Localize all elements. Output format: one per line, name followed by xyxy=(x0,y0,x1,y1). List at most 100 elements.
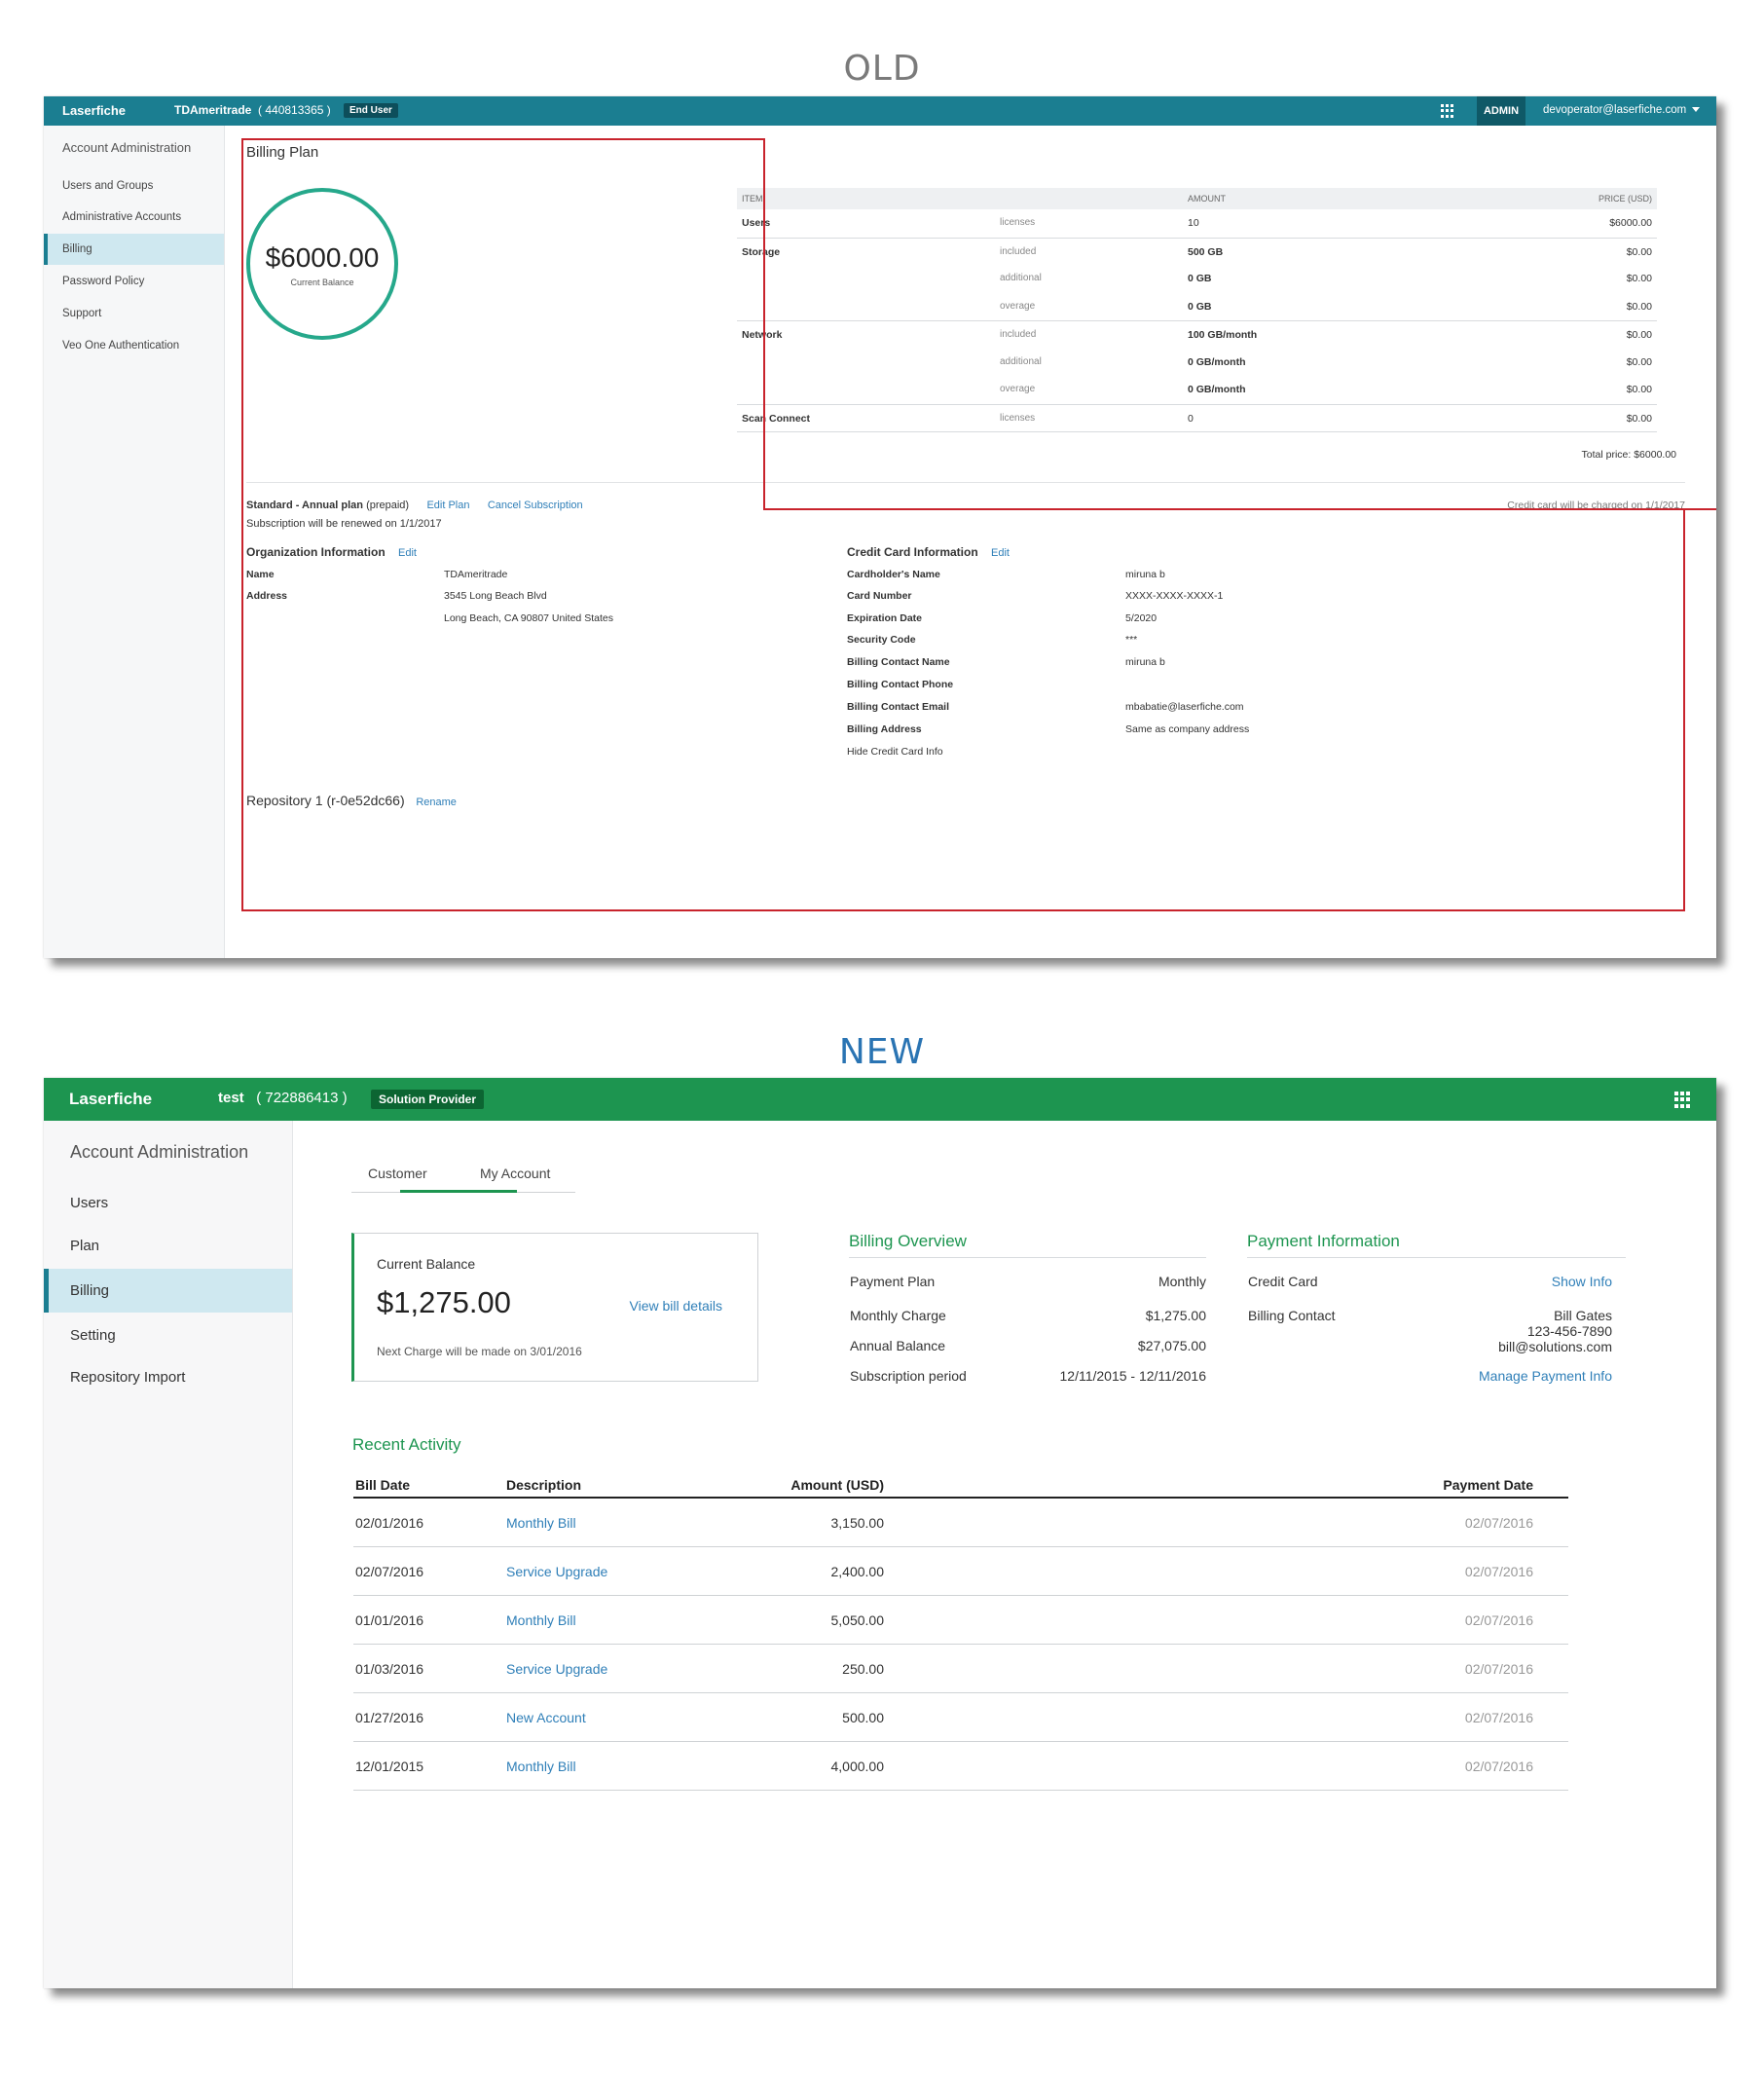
overview-value: $27,075.00 xyxy=(1137,1338,1206,1353)
sidebar-item-users-and-groups[interactable]: Users and Groups xyxy=(44,170,224,202)
cancel-subscription-link[interactable]: Cancel Subscription xyxy=(488,500,583,511)
card-field-label: Billing Address xyxy=(847,723,922,735)
chevron-down-icon xyxy=(1692,107,1701,113)
row-price: $0.00 xyxy=(1626,273,1652,284)
section-rule xyxy=(1247,1257,1626,1258)
recent-activity-title: Recent Activity xyxy=(352,1435,461,1454)
apps-grid-icon[interactable] xyxy=(1441,104,1454,118)
table-row: 12/01/2015 Monthly Bill 4,000.00 02/07/2… xyxy=(353,1742,1568,1791)
tab-my-account[interactable]: My Account xyxy=(480,1166,550,1181)
table-row: 01/03/2016 Service Upgrade 250.00 02/07/… xyxy=(353,1645,1568,1693)
edit-card-link[interactable]: Edit xyxy=(991,547,1010,559)
header-description: Description xyxy=(506,1477,582,1493)
sidebar-item-repository-import[interactable]: Repository Import xyxy=(44,1355,292,1399)
edit-plan-link[interactable]: Edit Plan xyxy=(426,500,469,511)
row-sub: additional xyxy=(1000,355,1042,367)
card-field-label: Billing Contact Email xyxy=(847,701,950,713)
row-price: $0.00 xyxy=(1626,412,1652,425)
apps-grid-icon[interactable] xyxy=(1674,1092,1691,1108)
brand-logo[interactable]: Laserfiche xyxy=(62,103,126,118)
table-row: Network included 100 GB/month $0.00 xyxy=(737,320,1657,349)
amount: 3,150.00 xyxy=(830,1515,885,1531)
row-sub: overage xyxy=(1000,384,1036,394)
card-field-value: miruna b xyxy=(1125,656,1165,668)
row-amount: 0 GB xyxy=(1188,300,1212,313)
view-bill-details-link[interactable]: View bill details xyxy=(630,1298,722,1314)
sidebar-item-billing[interactable]: Billing xyxy=(44,234,224,265)
balance-label: Current Balance xyxy=(290,278,354,287)
card-field-label: Card Number xyxy=(847,590,912,602)
org-name-label: Name xyxy=(246,569,275,580)
balance-label: Current Balance xyxy=(377,1256,476,1272)
old-top-bar: Laserfiche TDAmeritrade ( 440813365 ) En… xyxy=(44,96,1716,126)
description-link[interactable]: Service Upgrade xyxy=(506,1661,607,1677)
tab-bar: Customer My Account xyxy=(351,1164,575,1193)
bill-date: 01/27/2016 xyxy=(355,1710,424,1725)
table-row: additional 0 GB/month $0.00 xyxy=(737,349,1657,377)
sidebar-item-administrative-accounts[interactable]: Administrative Accounts xyxy=(44,202,224,233)
rename-link[interactable]: Rename xyxy=(416,796,457,808)
billing-overview-title: Billing Overview xyxy=(849,1232,967,1250)
manage-payment-info-link[interactable]: Manage Payment Info xyxy=(1369,1368,1612,1384)
amount: 4,000.00 xyxy=(830,1759,885,1774)
row-price: $0.00 xyxy=(1626,384,1652,395)
header-amount: AMOUNT xyxy=(1188,194,1226,204)
sidebar-item-billing[interactable]: Billing xyxy=(44,1269,292,1313)
row-item: Storage xyxy=(742,245,781,258)
description-link[interactable]: New Account xyxy=(506,1710,586,1725)
highlight-outline xyxy=(1683,508,1685,911)
org-id: ( 722886413 ) xyxy=(256,1090,348,1106)
bill-date: 02/07/2016 xyxy=(355,1564,424,1579)
brand-logo[interactable]: Laserfiche xyxy=(69,1090,152,1109)
sidebar-item-veo-one-authentication[interactable]: Veo One Authentication xyxy=(44,330,224,361)
old-main-content: Billing Plan $6000.00 Current Balance IT… xyxy=(225,126,1716,958)
row-price: $0.00 xyxy=(1626,329,1652,341)
total-price: Total price: $6000.00 xyxy=(1581,449,1676,461)
description-link[interactable]: Monthly Bill xyxy=(506,1759,576,1774)
sidebar-item-users[interactable]: Users xyxy=(44,1181,292,1225)
card-field-value: *** xyxy=(1125,634,1138,646)
description-link[interactable]: Monthly Bill xyxy=(506,1612,576,1628)
role-badge: End User xyxy=(344,103,398,118)
sidebar-item-plan[interactable]: Plan xyxy=(44,1224,292,1268)
card-field-value: Same as company address xyxy=(1125,723,1250,735)
pricing-table-header: ITEM AMOUNT PRICE (USD) xyxy=(737,188,1657,209)
edit-org-link[interactable]: Edit xyxy=(398,547,417,559)
card-field-label: Cardholder's Name xyxy=(847,569,940,580)
hide-card-info-link[interactable]: Hide Credit Card Info xyxy=(847,746,943,758)
row-sub: licenses xyxy=(1000,412,1036,424)
user-menu[interactable]: devoperator@laserfiche.com xyxy=(1543,104,1701,116)
bill-date: 02/01/2016 xyxy=(355,1515,424,1531)
card-field-label: Billing Contact Name xyxy=(847,656,950,668)
highlight-outline xyxy=(763,138,765,510)
table-row: Storage included 500 GB $0.00 xyxy=(737,237,1657,266)
sidebar-item-setting[interactable]: Setting xyxy=(44,1314,292,1357)
header-payment-date: Payment Date xyxy=(1443,1477,1533,1493)
row-amount: 0 GB/month xyxy=(1188,355,1246,368)
contact-name: Bill Gates xyxy=(1554,1308,1612,1323)
overview-label: Monthly Charge xyxy=(850,1308,946,1323)
card-field-value: mbabatie@laserfiche.com xyxy=(1125,701,1244,713)
org-name-text: test xyxy=(218,1090,244,1106)
org-name: test ( 722886413 ) xyxy=(218,1090,348,1106)
pricing-table: ITEM AMOUNT PRICE (USD) Users licenses 1… xyxy=(737,188,1657,432)
new-heading: NEW xyxy=(838,1032,926,1072)
credit-card-label: Credit Card xyxy=(1248,1274,1318,1289)
balance-card: Current Balance $1,275.00 View bill deta… xyxy=(351,1233,758,1382)
table-row: 01/27/2016 New Account 500.00 02/07/2016 xyxy=(353,1693,1568,1742)
repository-title: Repository 1 (r-0e52dc66) Rename xyxy=(246,793,457,808)
description-link[interactable]: Monthly Bill xyxy=(506,1515,576,1531)
bill-date: 01/01/2016 xyxy=(355,1612,424,1628)
tab-customer[interactable]: Customer xyxy=(368,1166,427,1181)
description-link[interactable]: Service Upgrade xyxy=(506,1564,607,1579)
sidebar-item-support[interactable]: Support xyxy=(44,298,224,329)
show-info-link[interactable]: Show Info xyxy=(1417,1274,1612,1289)
sidebar-item-password-policy[interactable]: Password Policy xyxy=(44,266,224,297)
org-address-line1: 3545 Long Beach Blvd xyxy=(444,590,547,602)
header-amount: Amount (USD) xyxy=(790,1477,884,1493)
card-info-title-text: Credit Card Information xyxy=(847,545,978,559)
row-amount: 100 GB/month xyxy=(1188,329,1258,341)
balance-ring: $6000.00 Current Balance xyxy=(246,188,398,340)
overview-value: $1,275.00 xyxy=(1145,1308,1206,1323)
admin-button[interactable]: ADMIN xyxy=(1477,96,1525,126)
